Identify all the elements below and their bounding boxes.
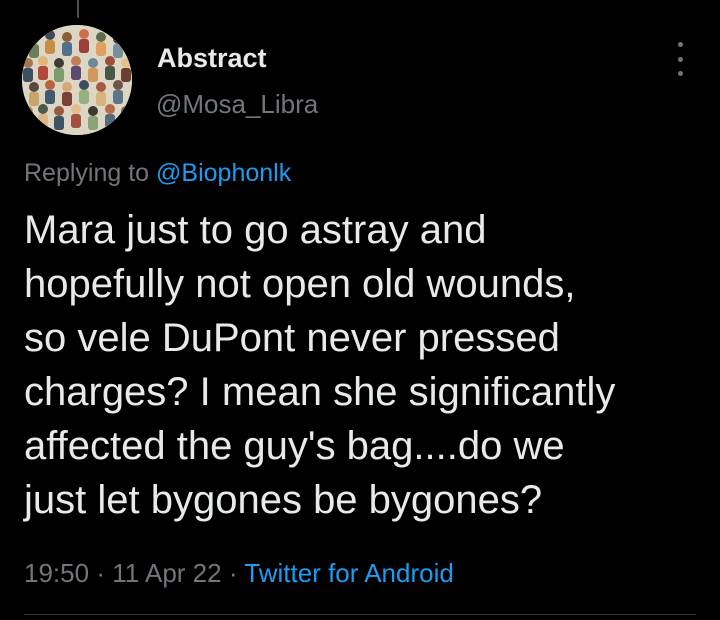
crowd-illustration-avatar-icon (22, 25, 132, 135)
more-options-button[interactable] (668, 42, 692, 76)
divider (24, 614, 696, 615)
thread-connector-line (77, 0, 79, 18)
reply-mention-link[interactable]: @Biophonlk (156, 159, 291, 187)
more-vertical-icon-dot (677, 56, 683, 62)
tweet-text-line: affected the guy's bag....do we (24, 424, 565, 468)
tweet-text-line: Mara just to go astray and (24, 208, 487, 252)
author-display-name[interactable]: Abstract (157, 42, 267, 74)
replying-to-line: Replying to @Biophonlk (24, 157, 291, 189)
tweet-time[interactable]: 19:50 (24, 558, 89, 588)
tweet-text-line: charges? I mean she significantly (24, 370, 616, 414)
tweet-date[interactable]: 11 Apr 22 (112, 558, 221, 588)
meta-separator: · (96, 558, 105, 588)
tweet-text-line: just let bygones be bygones? (24, 478, 543, 522)
more-vertical-icon (677, 42, 683, 47)
avatar[interactable] (22, 25, 132, 135)
more-vertical-icon-dot (677, 71, 683, 76)
replying-to-label: Replying to (24, 159, 150, 187)
tweet-text: Mara just to go astray and hopefully not… (24, 203, 704, 527)
tweet-metadata: 19:50 · 11 Apr 22 · Twitter for Android (24, 556, 454, 590)
author-handle[interactable]: @Mosa_Libra (156, 88, 318, 120)
tweet-text-line: so vele DuPont never pressed (24, 316, 560, 360)
tweet-text-line: hopefully not open old wounds, (24, 262, 576, 306)
meta-separator: · (228, 558, 238, 588)
tweet-source-link[interactable]: Twitter for Android (244, 558, 454, 588)
